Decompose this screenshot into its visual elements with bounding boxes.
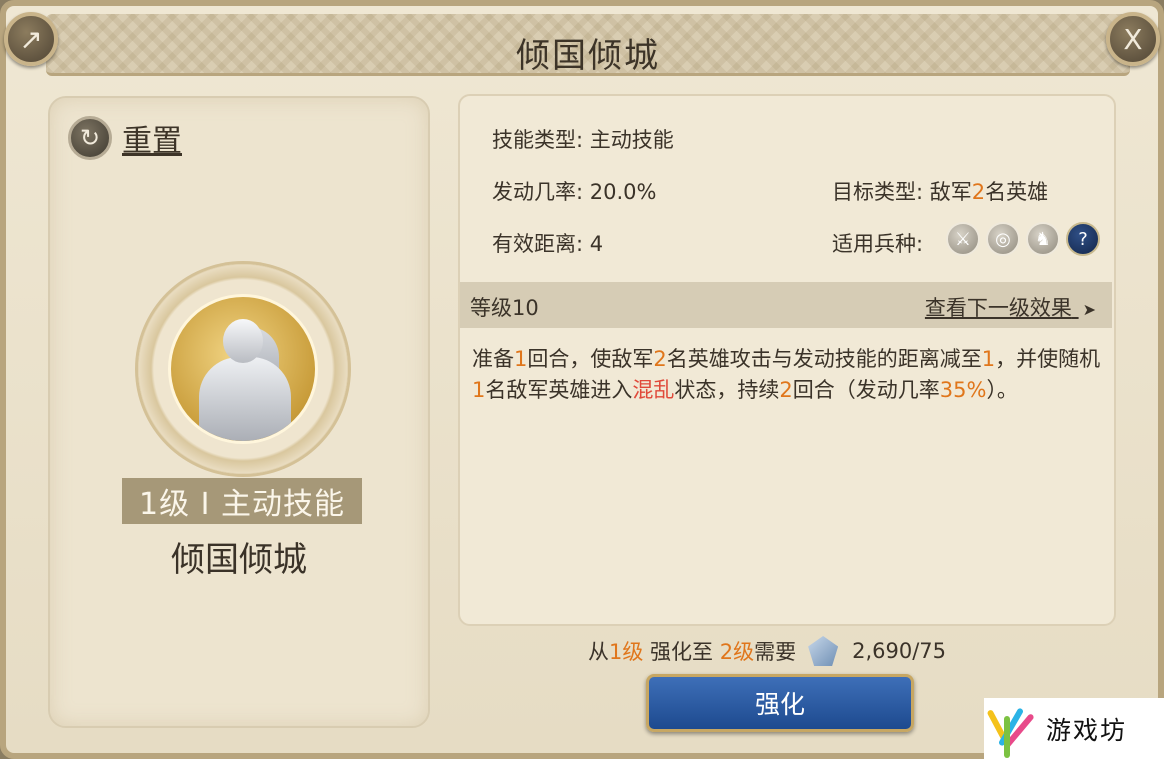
desc-text: 名英雄攻击与发动技能的距离减至	[666, 347, 982, 371]
crystal-icon	[808, 636, 839, 666]
arrow-right-icon: ➤	[1082, 300, 1096, 319]
desc-number: 2	[653, 347, 667, 371]
question-glyph: ?	[1078, 228, 1088, 250]
watermark-logo-icon	[986, 704, 1038, 758]
skill-portrait-frame	[138, 264, 348, 474]
cost-text: 需要	[754, 640, 797, 664]
skill-portrait	[168, 294, 318, 444]
from-level: 1级	[609, 640, 644, 664]
desc-text: 回合（发动几率	[792, 378, 940, 402]
desc-number: 1	[472, 378, 486, 402]
target-type: 目标类型: 敌军2名英雄	[832, 176, 1048, 206]
next-level-link[interactable]: 查看下一级效果 ➤	[925, 292, 1096, 322]
to-level: 2级	[719, 640, 755, 664]
skill-description: 准备1回合，使敌军2名英雄攻击与发动技能的距离减至1，并使随机1名敌军英雄进入混…	[472, 344, 1102, 406]
window-title: 倾国倾城	[516, 36, 660, 76]
skill-portrait-panel: ↻ 重置 1级 I 主动技能 倾国倾城	[48, 96, 430, 728]
skill-name: 倾国倾城	[171, 540, 307, 580]
question-icon[interactable]: ?	[1066, 222, 1100, 256]
share-icon: ↗	[19, 22, 43, 56]
figure-head	[223, 319, 263, 363]
cost-text: 强化至	[643, 640, 720, 664]
effective-range: 有效距离: 4	[492, 228, 603, 258]
desc-number: 35%	[939, 378, 987, 402]
range-label: 有效距离:	[492, 232, 590, 256]
troop-icons: ⚔ ◎ ♞ ?	[946, 222, 1100, 256]
close-button[interactable]: X	[1106, 12, 1160, 66]
skill-type-label: 技能类型:	[492, 128, 590, 152]
desc-text: 名敌军英雄进入	[485, 378, 633, 402]
desc-text: ）。	[986, 378, 1018, 402]
desc-text: 状态，持续	[674, 378, 780, 402]
desc-number: 1	[981, 347, 996, 371]
trigger-rate: 发动几率: 20.0%	[492, 176, 656, 206]
upgrade-button[interactable]: 强化	[646, 674, 914, 732]
skill-level-badge: 1级 I 主动技能	[122, 478, 362, 524]
target-type-suffix: 名英雄	[985, 180, 1049, 204]
share-button[interactable]: ↗	[4, 12, 58, 66]
title-bar: 倾国倾城	[46, 14, 1130, 76]
reset-icon: ↻	[68, 116, 112, 160]
desc-text: 准备	[472, 347, 514, 371]
horse-icon[interactable]: ♞	[1026, 222, 1060, 256]
watermark-text: 游戏坊	[1046, 715, 1128, 745]
desc-text: 回合，使敌军	[527, 347, 654, 371]
range-value: 4	[589, 232, 604, 256]
target-type-count: 2	[971, 180, 986, 204]
cost-amount: 2,690/75	[852, 639, 947, 663]
desc-status: 混乱	[632, 378, 675, 402]
trigger-rate-value: 20.0%	[589, 180, 657, 204]
troop-types-label: 适用兵种:	[832, 232, 924, 256]
skill-level: 等级10	[470, 296, 539, 320]
desc-number: 2	[779, 378, 793, 402]
reset-label: 重置	[122, 124, 182, 159]
close-icon: X	[1123, 22, 1143, 56]
desc-text: ，并使随机	[995, 347, 1101, 371]
target-type-prefix: 敌军	[929, 180, 972, 204]
reset-button[interactable]: ↻ 重置	[68, 116, 182, 160]
watermark: 游戏坊	[984, 698, 1164, 759]
desc-number: 1	[514, 347, 528, 371]
trigger-rate-label: 发动几率:	[492, 180, 590, 204]
upgrade-cost: 从 1级 强化至 2级 需要 2,690/75	[588, 636, 946, 666]
target-type-label: 目标类型:	[832, 180, 930, 204]
level-bar: 等级10 查看下一级效果 ➤	[460, 282, 1112, 328]
skill-type: 技能类型: 主动技能	[492, 124, 674, 154]
sword-icon[interactable]: ⚔	[946, 222, 980, 256]
skill-type-value: 主动技能	[589, 128, 674, 152]
next-level-label: 查看下一级效果	[924, 296, 1072, 320]
cost-text: 从	[588, 640, 609, 664]
figure-body	[199, 357, 291, 441]
bow-target-icon[interactable]: ◎	[986, 222, 1020, 256]
